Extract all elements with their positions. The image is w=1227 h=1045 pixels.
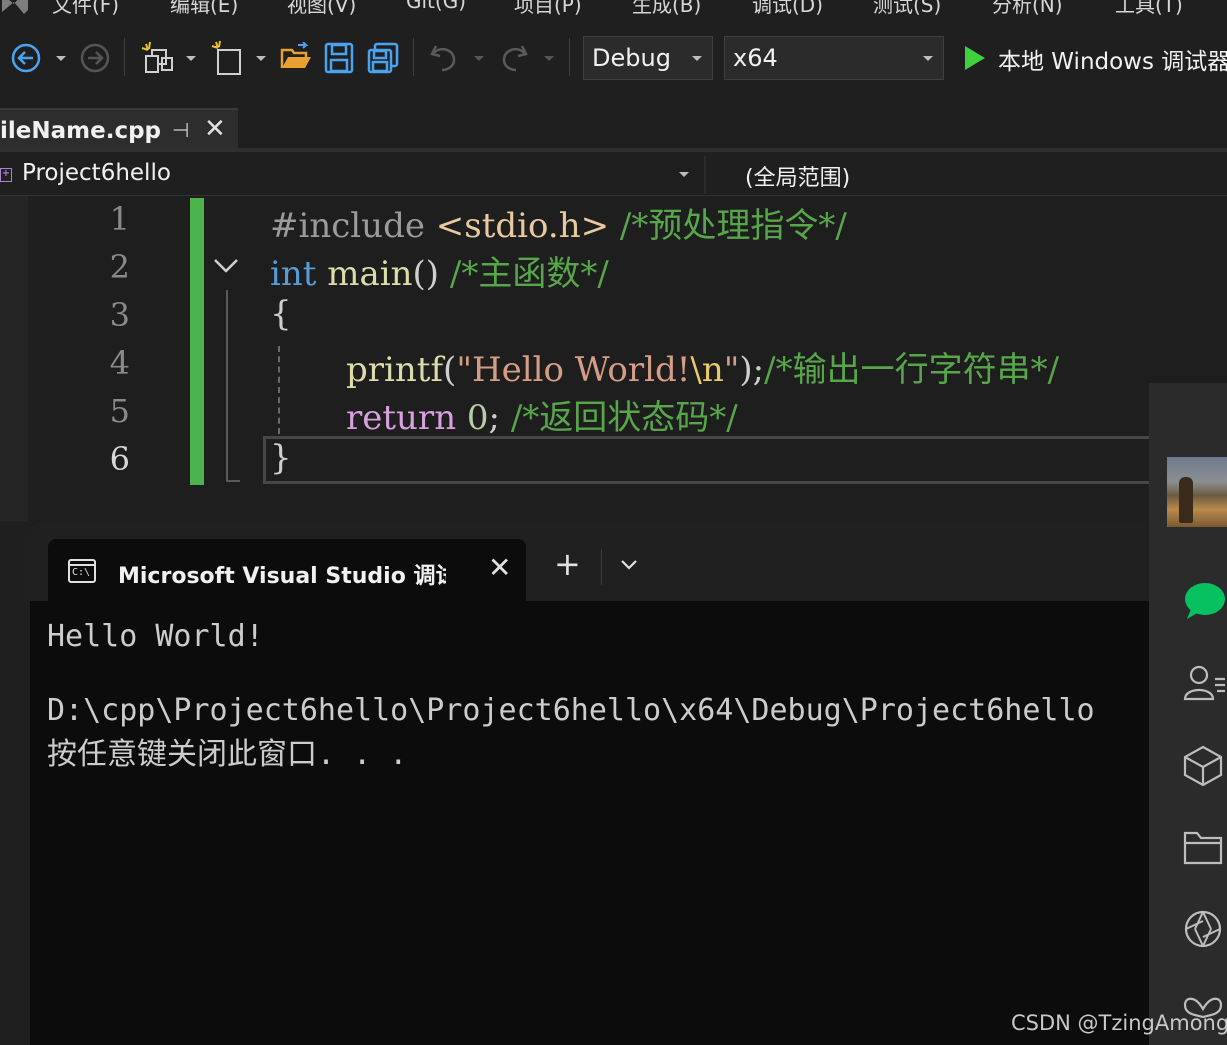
code-line-5: return 0; /*返回状态码*/ (346, 398, 738, 438)
document-tab-filename: ileName.cpp (0, 118, 161, 144)
current-line-highlight (263, 436, 1163, 484)
line-number: 3 (109, 296, 130, 334)
new-tab-plus-icon[interactable]: + (554, 545, 581, 583)
new-file-icon[interactable] (210, 40, 244, 76)
folder-icon[interactable] (1181, 825, 1227, 871)
save-icon[interactable] (324, 42, 354, 74)
indent-guide (278, 346, 280, 434)
new-project-dropdown-icon[interactable] (186, 56, 196, 61)
new-file-dropdown-icon[interactable] (256, 56, 266, 61)
redo-dropdown-icon[interactable] (544, 56, 554, 61)
code-line-6: } (270, 438, 292, 478)
start-debugging-icon[interactable] (962, 44, 988, 72)
aperture-icon[interactable] (1181, 907, 1227, 953)
document-tab[interactable]: ileName.cpp ⊣ ✕ (0, 108, 238, 150)
menu-item-analyze[interactable]: 分析(N) (992, 0, 1063, 18)
watermark: CSDN @TzingAmong (1011, 1011, 1227, 1035)
project-dropdown-icon[interactable] (679, 172, 689, 177)
side-app-panel (1149, 383, 1227, 1045)
editor-left-margin (0, 196, 28, 521)
console-tab-title: Microsoft Visual Studio 调试控制台 (118, 564, 446, 589)
menu-item-view[interactable]: 视图(V) (287, 0, 356, 18)
line-number: 4 (109, 344, 130, 382)
command-prompt-icon: C:\ (68, 559, 96, 583)
console-output-line: Hello World! (47, 619, 264, 654)
menu-item-edit[interactable]: 编辑(E) (170, 0, 238, 18)
open-folder-icon[interactable] (280, 42, 312, 74)
code-editor[interactable]: 1 2 3 4 5 6 #include <stdio.h> /*预处理指令*/… (0, 196, 1227, 521)
visual-studio-logo-icon (2, 0, 28, 14)
chevron-down-icon (923, 56, 933, 61)
back-dropdown-icon[interactable] (56, 56, 66, 61)
navigation-bar: + Project6hello (全局范围) (0, 152, 1227, 196)
navigate-back-icon[interactable] (10, 42, 42, 74)
start-debugging-button[interactable]: 本地 Windows 调试器 (998, 42, 1227, 76)
document-tab-row: ileName.cpp ⊣ ✕ (0, 102, 1227, 150)
menu-item-build[interactable]: 生成(B) (632, 0, 701, 18)
code-line-2: int main() /*主函数*/ (270, 254, 609, 294)
console-tab[interactable]: C:\ Microsoft Visual Studio 调试控制台 ✕ (48, 539, 526, 601)
console-output-line: 按任意键关闭此窗口. . . (47, 737, 408, 772)
menu-item-tools[interactable]: 工具(T) (1115, 0, 1183, 18)
avatar[interactable] (1167, 457, 1227, 527)
close-icon[interactable]: ✕ (488, 551, 511, 584)
line-number: 5 (109, 392, 130, 430)
menu-item-file[interactable]: 文件(F) (52, 0, 119, 18)
undo-dropdown-icon[interactable] (474, 56, 484, 61)
redo-icon[interactable] (498, 42, 530, 74)
chat-icon[interactable] (1181, 579, 1227, 625)
console-tab-bar: C:\ Microsoft Visual Studio 调试控制台 ✕ + (30, 521, 1180, 601)
chevron-down-icon[interactable] (618, 557, 640, 573)
code-line-1: #include <stdio.h> /*预处理指令*/ (270, 206, 847, 246)
chevron-down-icon (692, 56, 702, 61)
box-icon[interactable] (1181, 743, 1227, 789)
project-selector[interactable]: Project6hello (22, 160, 171, 186)
fold-region-line (226, 290, 228, 482)
toolbar: Debug x64 本地 Windows 调试器 (0, 18, 1227, 102)
solution-configuration-value: Debug (592, 44, 671, 72)
pin-icon[interactable]: ⊣ (172, 118, 189, 142)
close-icon[interactable]: ✕ (204, 114, 226, 144)
menu-bar: 文件(F) 编辑(E) 视图(V) Git(G) 项目(P) 生成(B) 调试(… (0, 0, 1227, 18)
console-output-line: D:\cpp\Project6hello\Project6hello\x64\D… (47, 693, 1095, 728)
solution-platform-value: x64 (733, 44, 778, 72)
solution-platform-select[interactable]: x64 (724, 36, 944, 80)
solution-configuration-select[interactable]: Debug (583, 36, 713, 80)
save-all-icon[interactable] (367, 42, 399, 74)
navigate-forward-icon[interactable] (79, 42, 111, 74)
project-icon: + (0, 168, 12, 182)
line-number: 1 (109, 200, 130, 238)
menu-item-debug[interactable]: 调试(D) (752, 0, 823, 18)
collapse-chevron-icon[interactable] (212, 256, 240, 276)
menu-item-git[interactable]: Git(G) (406, 0, 466, 13)
menu-item-project[interactable]: 项目(P) (514, 0, 582, 18)
line-number: 6 (109, 440, 130, 478)
line-number: 2 (109, 248, 130, 286)
change-tracking-bar (190, 198, 204, 485)
new-project-icon[interactable] (140, 40, 176, 76)
undo-icon[interactable] (428, 42, 460, 74)
scope-selector[interactable]: (全局范围) (745, 160, 850, 192)
contacts-icon[interactable] (1181, 661, 1227, 707)
code-line-3: { (270, 294, 292, 334)
code-line-4: printf("Hello World!\n");/*输出一行字符串*/ (346, 350, 1060, 390)
menu-item-test[interactable]: 测试(S) (873, 0, 941, 18)
debug-console-window: C:\ Microsoft Visual Studio 调试控制台 ✕ + He… (30, 521, 1180, 1045)
